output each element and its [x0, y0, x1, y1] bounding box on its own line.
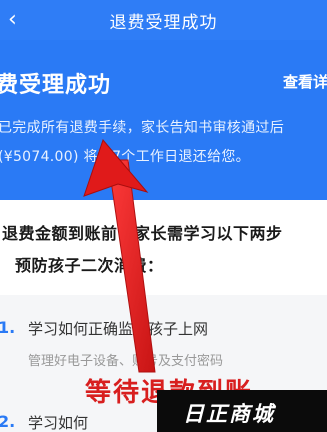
- red-arrow-annotation: [83, 139, 156, 373]
- watermark-logo: 日正商城: [183, 402, 275, 426]
- arrow-shaft: [107, 159, 156, 373]
- screen: ‹ 退费受理成功 费受理成功 查看详 已完成所有退费手续，家长告知书审核通过后 …: [0, 0, 327, 432]
